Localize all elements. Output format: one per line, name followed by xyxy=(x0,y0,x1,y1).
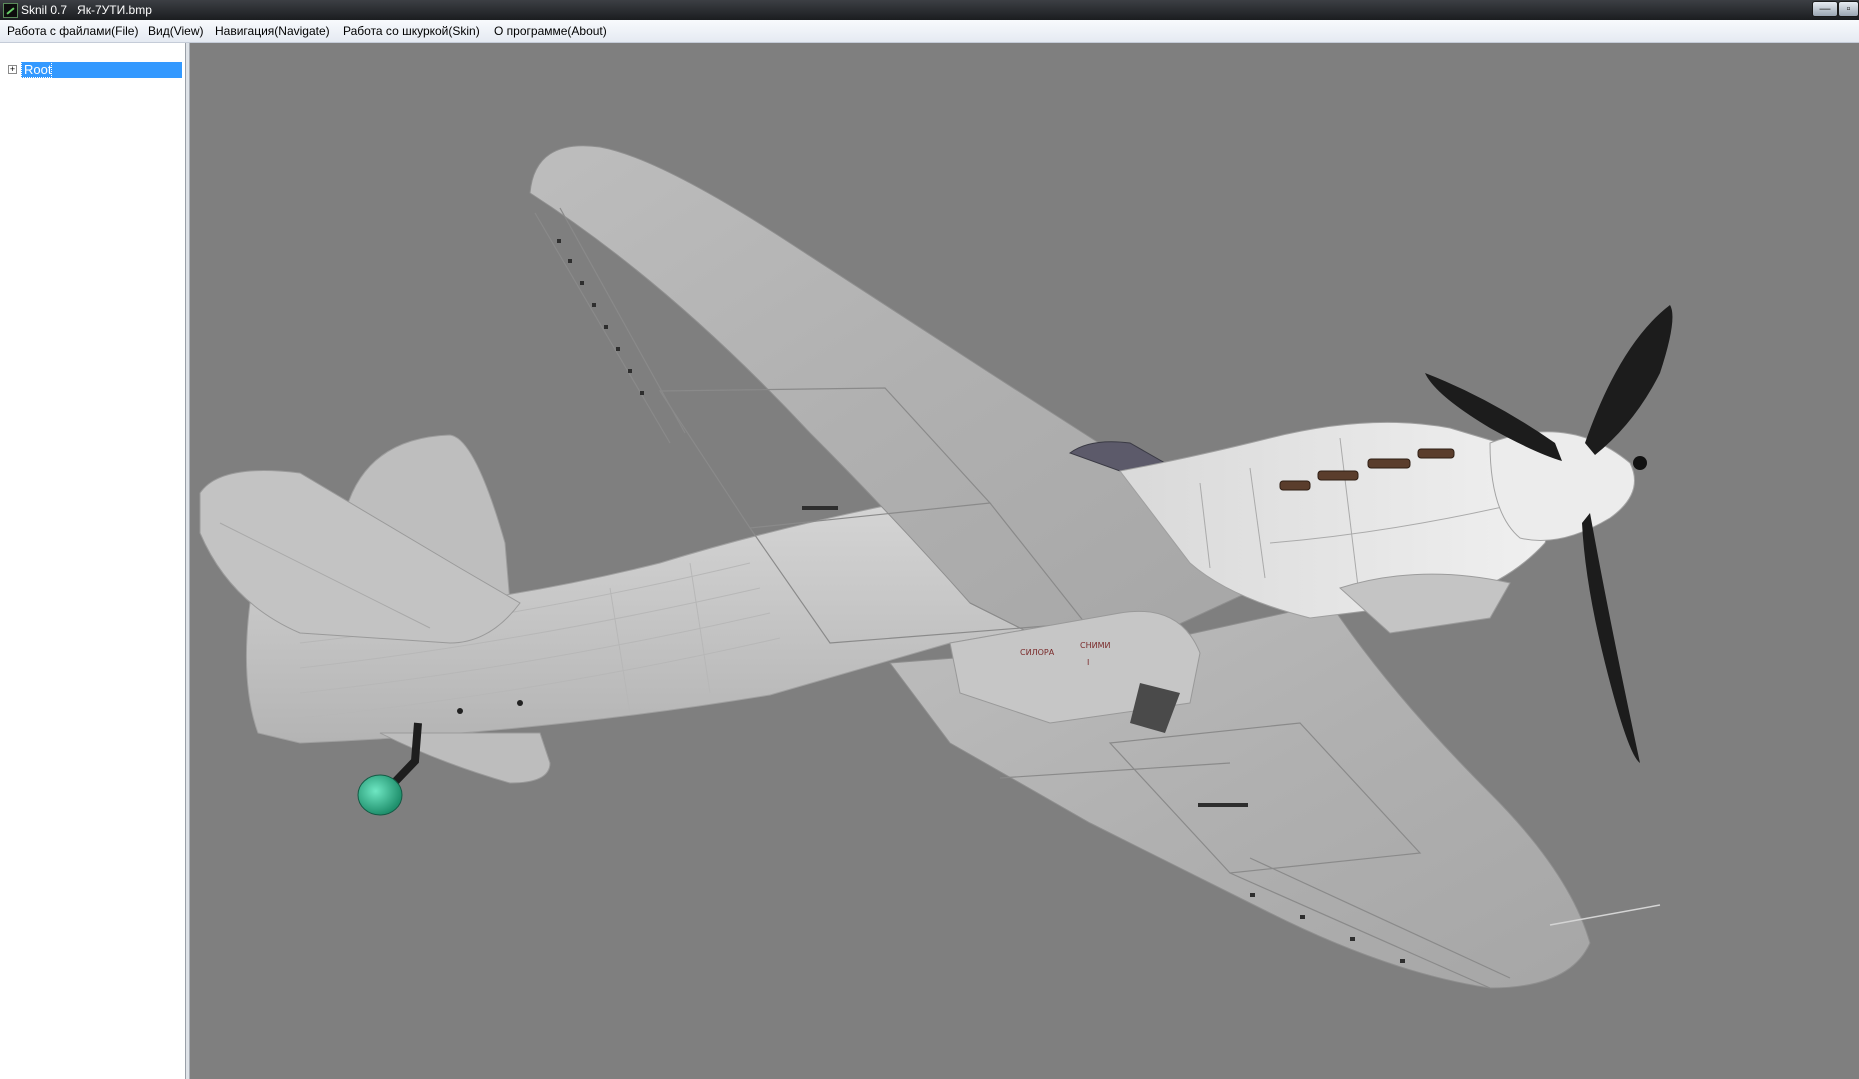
maximize-button[interactable]: ▫ xyxy=(1838,1,1859,17)
menu-file[interactable]: Работа с файлами(File) xyxy=(6,20,139,42)
file-name: Як-7УТИ.bmp xyxy=(77,3,152,17)
tail-wheel xyxy=(357,774,403,816)
stencil-text-2: СНИМИ xyxy=(1080,641,1110,650)
tree-panel[interactable]: + Root xyxy=(0,43,186,1079)
propeller-blade-bottom xyxy=(1582,513,1640,763)
spinner xyxy=(1489,431,1635,541)
window-title: Sknil 0.7 Як-7УТИ.bmp xyxy=(21,0,152,20)
fuselage-rivet xyxy=(517,700,523,706)
fuselage-rivet xyxy=(457,708,463,714)
tree-node-root[interactable]: Root xyxy=(21,61,182,78)
aircraft-model: СИЛОРА СНИМИ I xyxy=(199,145,1673,989)
maximize-icon: ▫ xyxy=(1846,3,1851,15)
minimize-button[interactable]: — xyxy=(1812,1,1838,17)
minimize-icon: — xyxy=(1819,3,1831,15)
spinner-tip xyxy=(1633,456,1647,470)
stencil-text-3: I xyxy=(1087,658,1089,667)
menu-view[interactable]: Вид(View) xyxy=(147,20,205,42)
menu-skin[interactable]: Работа со шкуркой(Skin) xyxy=(342,20,481,42)
menu-about[interactable]: О программе(About) xyxy=(493,20,608,42)
3d-viewport[interactable]: СИЛОРА СНИМИ I xyxy=(190,43,1859,1079)
tree-expand-icon[interactable]: + xyxy=(8,65,17,74)
chin-duct xyxy=(1339,573,1511,634)
title-bar: Sknil 0.7 Як-7УТИ.bmp — ▫ xyxy=(0,0,1859,20)
propeller-blade-top xyxy=(1585,305,1673,455)
menu-bar: Работа с файлами(File) Вид(View) Навигац… xyxy=(0,20,1859,43)
app-logo-icon xyxy=(3,3,18,18)
app-name: Sknil 0.7 xyxy=(21,3,68,17)
menu-navigate[interactable]: Навигация(Navigate) xyxy=(214,20,331,42)
stencil-text-1: СИЛОРА xyxy=(1020,648,1055,657)
tree-node-label: Root xyxy=(21,61,53,78)
